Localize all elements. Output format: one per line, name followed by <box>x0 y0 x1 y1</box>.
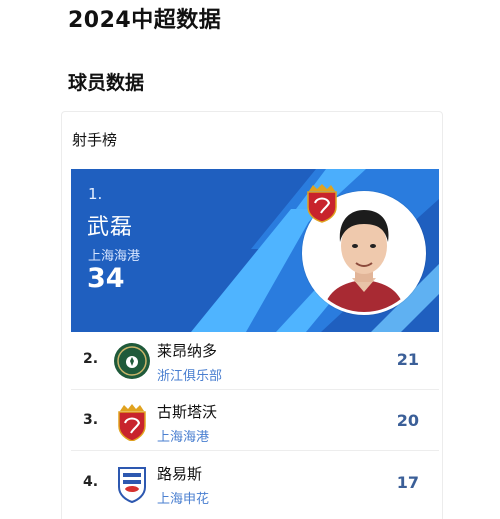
scorer-row[interactable]: 2. 莱昂纳多 浙江俱乐部 21 <box>71 332 439 390</box>
page: 2024中超数据 球员数据 射手榜 1. 武磊 上海海港 34 2. 莱昂纳多 … <box>0 0 500 519</box>
zhejiang-club-logo-icon <box>113 342 151 380</box>
row-club-name: 上海海港 <box>157 430 210 445</box>
scorer-row[interactable]: 4. 路易斯 上海申花 17 <box>71 455 439 513</box>
row-goals: 20 <box>396 411 419 430</box>
card-title: 射手榜 <box>72 131 118 149</box>
leader-club: 上海海港 <box>88 249 141 264</box>
page-title: 2024中超数据 <box>68 8 222 33</box>
row-divider <box>71 450 439 451</box>
row-club-name: 浙江俱乐部 <box>157 369 223 384</box>
row-player-name: 莱昂纳多 <box>157 342 218 360</box>
leader-hero[interactable]: 1. 武磊 上海海港 34 <box>71 169 439 332</box>
row-rank: 2. <box>83 351 99 367</box>
leader-rank: 1. <box>88 185 103 203</box>
row-rank: 3. <box>83 412 99 428</box>
row-club-name: 上海申花 <box>157 492 210 507</box>
row-rank: 4. <box>83 474 99 490</box>
shanghai-shenhua-logo-icon <box>113 465 151 504</box>
row-player-name: 古斯塔沃 <box>157 403 218 421</box>
row-player-name: 路易斯 <box>157 465 203 483</box>
shanghai-port-badge-icon <box>305 183 339 223</box>
row-goals: 17 <box>396 473 419 492</box>
leader-goals: 34 <box>87 263 125 294</box>
row-goals: 21 <box>396 350 419 369</box>
section-title: 球员数据 <box>68 72 145 94</box>
scorer-row[interactable]: 3. 古斯塔沃 上海海港 20 <box>71 393 439 451</box>
row-divider <box>71 389 439 390</box>
top-scorers-card: 射手榜 1. 武磊 上海海港 34 2. 莱昂纳多 浙江俱乐部 21 3. 古斯… <box>61 111 443 519</box>
shanghai-port-logo-icon <box>113 403 151 442</box>
leader-name: 武磊 <box>87 215 134 240</box>
